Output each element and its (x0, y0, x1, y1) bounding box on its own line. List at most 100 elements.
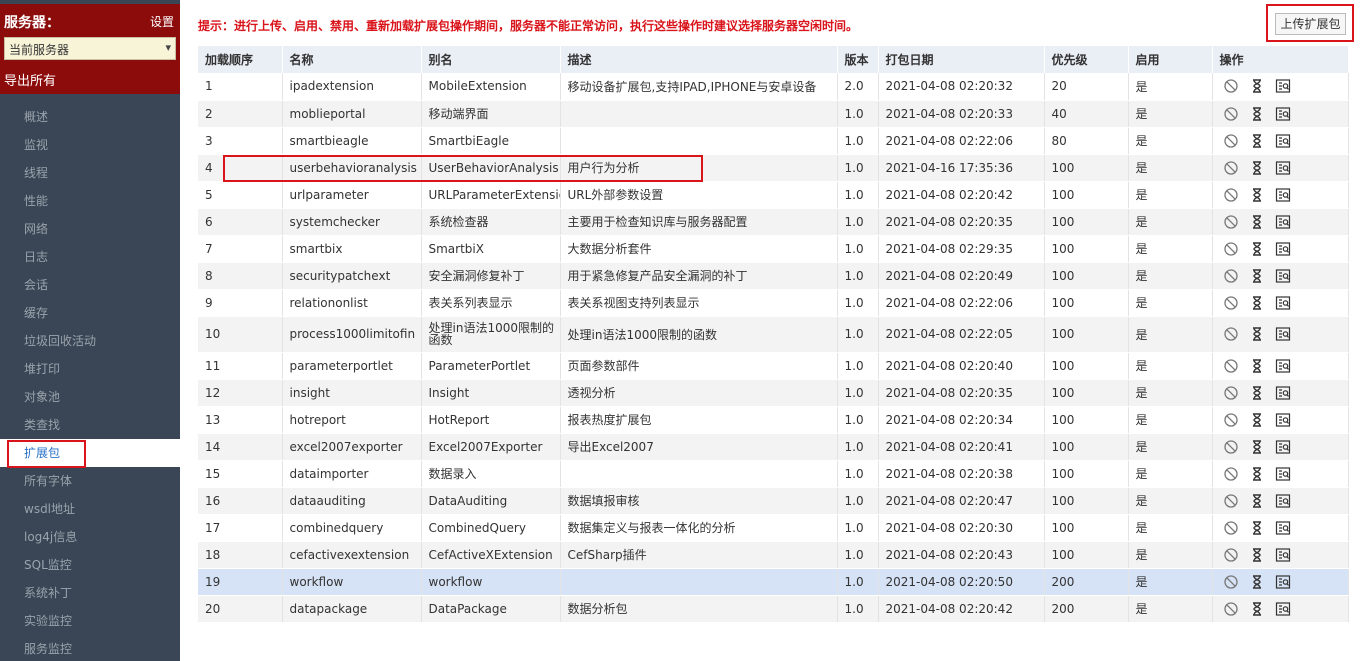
table-row[interactable]: 6 systemchecker 系统检查器 主要用于检查知识库与服务器配置 1.0 202… (198, 208, 1349, 236)
table-row[interactable]: 9 relationonlist 表关系列表显示 表关系视图支持列表显示 1.0 2021… (198, 289, 1349, 317)
hourglass-icon[interactable] (1249, 214, 1265, 230)
server-select[interactable]: 当前服务器 ▾ (4, 37, 176, 60)
hourglass-icon[interactable] (1249, 268, 1265, 284)
disable-icon[interactable] (1223, 412, 1239, 428)
table-row[interactable]: 14 excel2007exporter Excel2007Exporter 导出Ex… (198, 433, 1349, 461)
disable-icon[interactable] (1223, 241, 1239, 257)
disable-icon[interactable] (1223, 385, 1239, 401)
disable-icon[interactable] (1223, 358, 1239, 374)
disable-icon[interactable] (1223, 439, 1239, 455)
eq-icon[interactable] (1275, 547, 1291, 563)
sidebar-item[interactable]: log4j信息 (0, 523, 180, 551)
eq-icon[interactable] (1275, 520, 1291, 536)
table-row[interactable]: 10 process1000limitofin 处理in语法1000限制的函数 处理i… (198, 316, 1349, 353)
disable-icon[interactable] (1223, 326, 1239, 342)
sidebar-item[interactable]: 堆打印 (0, 355, 180, 383)
disable-icon[interactable] (1223, 547, 1239, 563)
hourglass-icon[interactable] (1249, 385, 1265, 401)
sidebar-item[interactable]: 线程 (0, 159, 180, 187)
eq-icon[interactable] (1275, 439, 1291, 455)
eq-icon[interactable] (1275, 78, 1291, 94)
table-row[interactable]: 4 userbehavioranalysis UserBehaviorAnalysi… (198, 154, 1349, 182)
sidebar-item[interactable]: 监视 (0, 131, 180, 159)
eq-icon[interactable] (1275, 106, 1291, 122)
hourglass-icon[interactable] (1249, 133, 1265, 149)
table-row[interactable]: 19 workflow workflow 1.0 2021-04-08 02:20:50… (198, 568, 1349, 596)
hourglass-icon[interactable] (1249, 547, 1265, 563)
sidebar-item[interactable]: 垃圾回收活动 (0, 327, 180, 355)
hourglass-icon[interactable] (1249, 295, 1265, 311)
sidebar-item[interactable]: 会话 (0, 271, 180, 299)
hourglass-icon[interactable] (1249, 601, 1265, 617)
eq-icon[interactable] (1275, 133, 1291, 149)
sidebar-item[interactable]: SQL监控 (0, 551, 180, 579)
table-row[interactable]: 17 combinedquery CombinedQuery 数据集定义与报表一体化的… (198, 514, 1349, 542)
table-row[interactable]: 20 datapackage DataPackage 数据分析包 1.0 2021-04-… (198, 595, 1349, 623)
eq-icon[interactable] (1275, 601, 1291, 617)
table-row[interactable]: 13 hotreport HotReport 报表热度扩展包 1.0 2021-04-08… (198, 406, 1349, 434)
disable-icon[interactable] (1223, 466, 1239, 482)
sidebar-item[interactable]: 实验监控 (0, 607, 180, 635)
table-row[interactable]: 18 cefactivexextension CefActiveXExtension… (198, 541, 1349, 569)
disable-icon[interactable] (1223, 520, 1239, 536)
sidebar-item[interactable]: wsdl地址 (0, 495, 180, 523)
sidebar-item[interactable]: 概述 (0, 103, 180, 131)
hourglass-icon[interactable] (1249, 78, 1265, 94)
eq-icon[interactable] (1275, 358, 1291, 374)
disable-icon[interactable] (1223, 106, 1239, 122)
hourglass-icon[interactable] (1249, 466, 1265, 482)
eq-icon[interactable] (1275, 214, 1291, 230)
disable-icon[interactable] (1223, 214, 1239, 230)
eq-icon[interactable] (1275, 412, 1291, 428)
table-row[interactable]: 1 ipadextension MobileExtension 移动设备扩展包,支持I… (198, 73, 1349, 101)
sidebar-item[interactable]: 日志 (0, 243, 180, 271)
disable-icon[interactable] (1223, 601, 1239, 617)
eq-icon[interactable] (1275, 187, 1291, 203)
settings-link[interactable]: 设置 (150, 13, 174, 30)
table-row[interactable]: 5 urlparameter URLParameterExtension URL外部参… (198, 181, 1349, 209)
export-all-link[interactable]: 导出所有 (4, 70, 56, 89)
disable-icon[interactable] (1223, 78, 1239, 94)
upload-extension-button[interactable]: 上传扩展包 (1275, 13, 1346, 35)
disable-icon[interactable] (1223, 268, 1239, 284)
hourglass-icon[interactable] (1249, 241, 1265, 257)
hourglass-icon[interactable] (1249, 493, 1265, 509)
eq-icon[interactable] (1275, 574, 1291, 590)
disable-icon[interactable] (1223, 160, 1239, 176)
table-row[interactable]: 12 insight Insight 透视分析 1.0 2021-04-08 02:20:… (198, 379, 1349, 407)
hourglass-icon[interactable] (1249, 106, 1265, 122)
sidebar-item[interactable]: 服务监控 (0, 635, 180, 661)
hourglass-icon[interactable] (1249, 187, 1265, 203)
disable-icon[interactable] (1223, 133, 1239, 149)
sidebar-item[interactable]: 类查找 (0, 411, 180, 439)
table-row[interactable]: 16 dataauditing DataAuditing 数据填报审核 1.0 2021-… (198, 487, 1349, 515)
sidebar-item[interactable]: 扩展包 (0, 439, 180, 468)
eq-icon[interactable] (1275, 493, 1291, 509)
table-row[interactable]: 2 moblieportal 移动端界面 1.0 2021-04-08 02:20:33… (198, 100, 1349, 128)
sidebar-item[interactable]: 性能 (0, 187, 180, 215)
hourglass-icon[interactable] (1249, 520, 1265, 536)
eq-icon[interactable] (1275, 295, 1291, 311)
hourglass-icon[interactable] (1249, 574, 1265, 590)
table-row[interactable]: 3 smartbieagle SmartbiEagle 1.0 2021-04-08 0… (198, 127, 1349, 155)
disable-icon[interactable] (1223, 574, 1239, 590)
eq-icon[interactable] (1275, 385, 1291, 401)
hourglass-icon[interactable] (1249, 160, 1265, 176)
sidebar-item[interactable]: 所有字体 (0, 467, 180, 495)
disable-icon[interactable] (1223, 187, 1239, 203)
sidebar-item[interactable]: 网络 (0, 215, 180, 243)
eq-icon[interactable] (1275, 326, 1291, 342)
table-row[interactable]: 11 parameterportlet ParameterPortlet 页面参数部件… (198, 352, 1349, 380)
sidebar-item[interactable]: 对象池 (0, 383, 180, 411)
sidebar-item[interactable]: 缓存 (0, 299, 180, 327)
sidebar-item[interactable]: 系统补丁 (0, 579, 180, 607)
disable-icon[interactable] (1223, 295, 1239, 311)
hourglass-icon[interactable] (1249, 326, 1265, 342)
table-row[interactable]: 8 securitypatchext 安全漏洞修复补丁 用于紧急修复产品安全漏洞的补丁… (198, 262, 1349, 290)
eq-icon[interactable] (1275, 160, 1291, 176)
hourglass-icon[interactable] (1249, 412, 1265, 428)
eq-icon[interactable] (1275, 241, 1291, 257)
table-row[interactable]: 7 smartbix SmartbiX 大数据分析套件 1.0 2021-04-08 02… (198, 235, 1349, 263)
eq-icon[interactable] (1275, 268, 1291, 284)
table-row[interactable]: 15 dataimporter 数据录入 1.0 2021-04-08 02:20:38… (198, 460, 1349, 488)
